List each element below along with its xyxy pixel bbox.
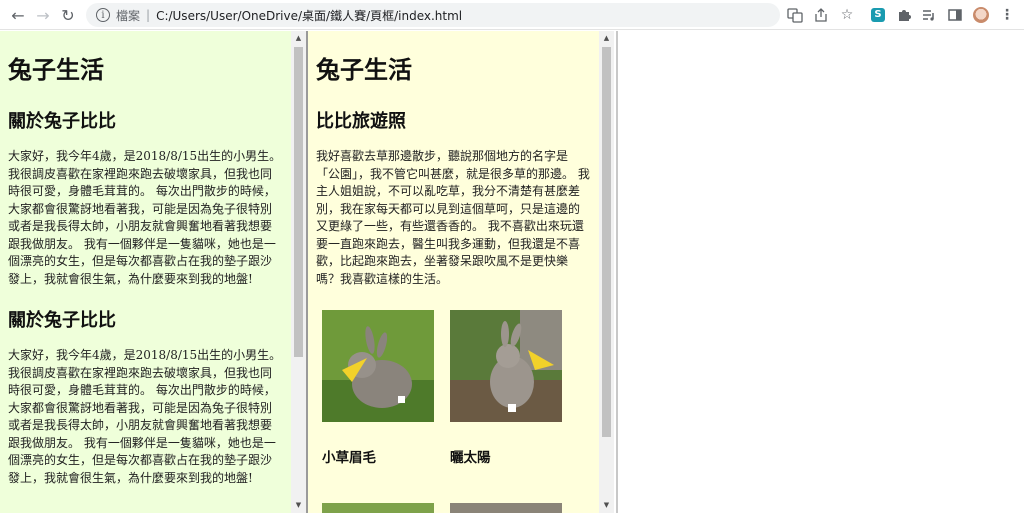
reading-list-icon[interactable]	[920, 5, 938, 25]
section-heading: 比比旅遊照	[316, 111, 406, 132]
extension-s-icon[interactable]: S	[869, 5, 887, 25]
site-title: 兔子生活	[8, 56, 104, 84]
photo-card[interactable]: 小草眉毛	[322, 310, 434, 466]
frame-right	[616, 31, 1024, 513]
reload-icon[interactable]: ↻	[58, 5, 78, 25]
scrollbar-thumb[interactable]	[294, 47, 303, 357]
share-icon[interactable]	[812, 5, 830, 25]
site-title: 兔子生活	[316, 56, 412, 84]
url-text[interactable]: C:/Users/User/OneDrive/桌面/鐵人賽/頁框/index.h…	[156, 7, 462, 24]
address-bar[interactable]: i 檔案 | C:/Users/User/OneDrive/桌面/鐵人賽/頁框/…	[86, 3, 780, 27]
section-text: 大家好，我今年4歲，是2018/8/15出生的小男生。我很調皮喜歡在家裡跑來跑去…	[8, 149, 282, 286]
rabbit-photo-partial	[322, 503, 434, 513]
section-text: 大家好，我今年4歲，是2018/8/15出生的小男生。我很調皮喜歡在家裡跑來跑去…	[8, 348, 282, 485]
address-separator: |	[146, 8, 151, 22]
photo-caption: 小草眉毛	[322, 450, 376, 466]
rabbit-photo-partial	[450, 503, 562, 513]
frame-middle-scrollbar[interactable]: ▲ ▼	[599, 31, 614, 513]
side-panel-icon[interactable]	[946, 5, 964, 25]
scroll-up-arrow-icon[interactable]: ▲	[599, 31, 614, 46]
photo-card[interactable]: 曬太陽	[450, 310, 562, 466]
rabbit-photo[interactable]	[322, 310, 434, 422]
frame-left: 兔子生活 關於兔子比比 大家好，我今年4歲，是2018/8/15出生的小男生。我…	[0, 31, 291, 513]
site-info-icon[interactable]: i	[96, 8, 110, 22]
browser-toolbar: ← → ↻ i 檔案 | C:/Users/User/OneDrive/桌面/鐵…	[0, 0, 1024, 30]
section-heading: 關於兔子比比	[8, 111, 116, 132]
scroll-down-arrow-icon[interactable]: ▼	[599, 498, 614, 513]
profile-avatar-icon[interactable]	[972, 5, 990, 25]
scheme-label: 檔案	[116, 8, 141, 23]
section-text: 我好喜歡去草那邊散步，聽說那個地方的名字是「公園」，我不管它叫甚麼，就是很多草的…	[316, 149, 590, 286]
frame-left-scrollbar[interactable]: ▲ ▼	[291, 31, 306, 513]
scroll-down-arrow-icon[interactable]: ▼	[291, 498, 306, 513]
rabbit-photo[interactable]	[450, 310, 562, 422]
scrollbar-thumb[interactable]	[602, 47, 611, 437]
back-arrow-icon[interactable]: ←	[8, 5, 28, 25]
frame-middle: 兔子生活 比比旅遊照 我好喜歡去草那邊散步，聽說那個地方的名字是「公園」，我不管…	[308, 31, 599, 513]
puzzle-extensions-icon[interactable]	[895, 5, 913, 25]
more-menu-icon[interactable]: ⋮	[998, 5, 1016, 25]
section-heading: 關於兔子比比	[8, 310, 116, 331]
photo-caption: 曬太陽	[450, 450, 491, 466]
bookmark-star-icon[interactable]: ☆	[838, 5, 856, 25]
scroll-up-arrow-icon[interactable]: ▲	[291, 31, 306, 46]
forward-arrow-icon[interactable]: →	[33, 5, 53, 25]
translate-icon[interactable]	[786, 5, 804, 25]
